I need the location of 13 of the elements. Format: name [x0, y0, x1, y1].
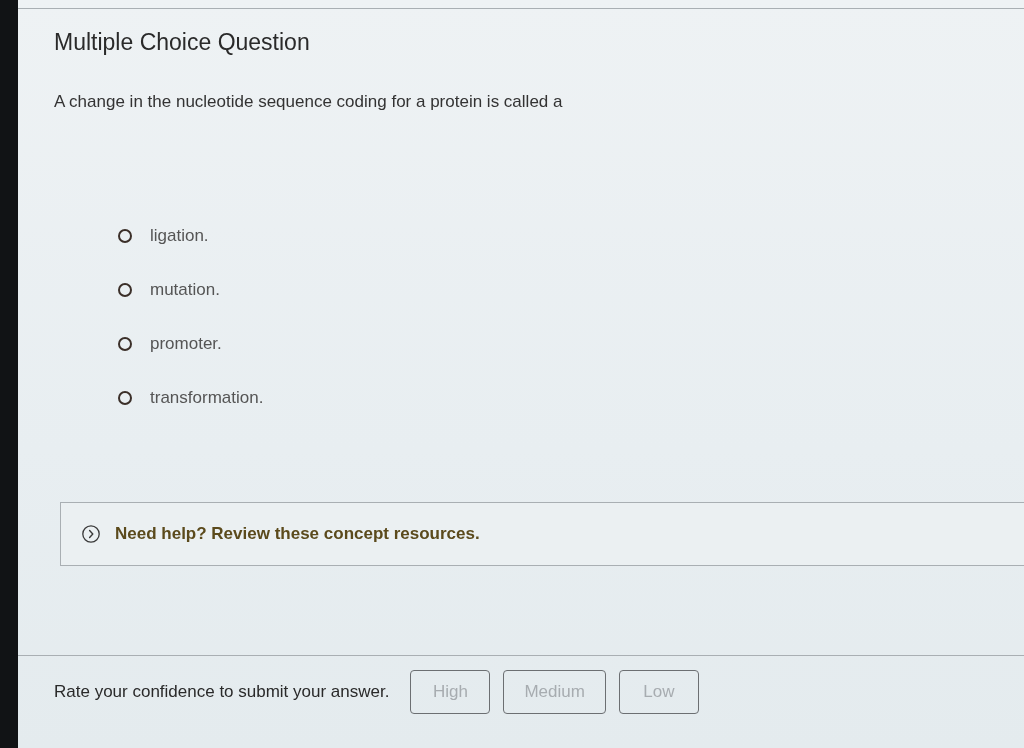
help-resources-link[interactable]: Need help? Review these concept resources.: [115, 524, 480, 544]
option-label[interactable]: transformation.: [150, 388, 264, 408]
radio-button[interactable]: [118, 391, 132, 405]
confidence-prompt: Rate your confidence to submit your answer.: [54, 682, 390, 702]
question-type-title: Multiple Choice Question: [54, 28, 311, 56]
option-label[interactable]: promoter.: [150, 334, 222, 354]
radio-button[interactable]: [118, 229, 132, 243]
option-label[interactable]: mutation.: [150, 280, 220, 300]
radio-button[interactable]: [118, 337, 132, 351]
question-text: A change in the nucleotide sequence coding for a protein is called a: [54, 91, 564, 113]
chevron-circle-icon[interactable]: [82, 525, 100, 543]
option-label[interactable]: ligation.: [150, 226, 209, 246]
radio-button[interactable]: [118, 283, 132, 297]
